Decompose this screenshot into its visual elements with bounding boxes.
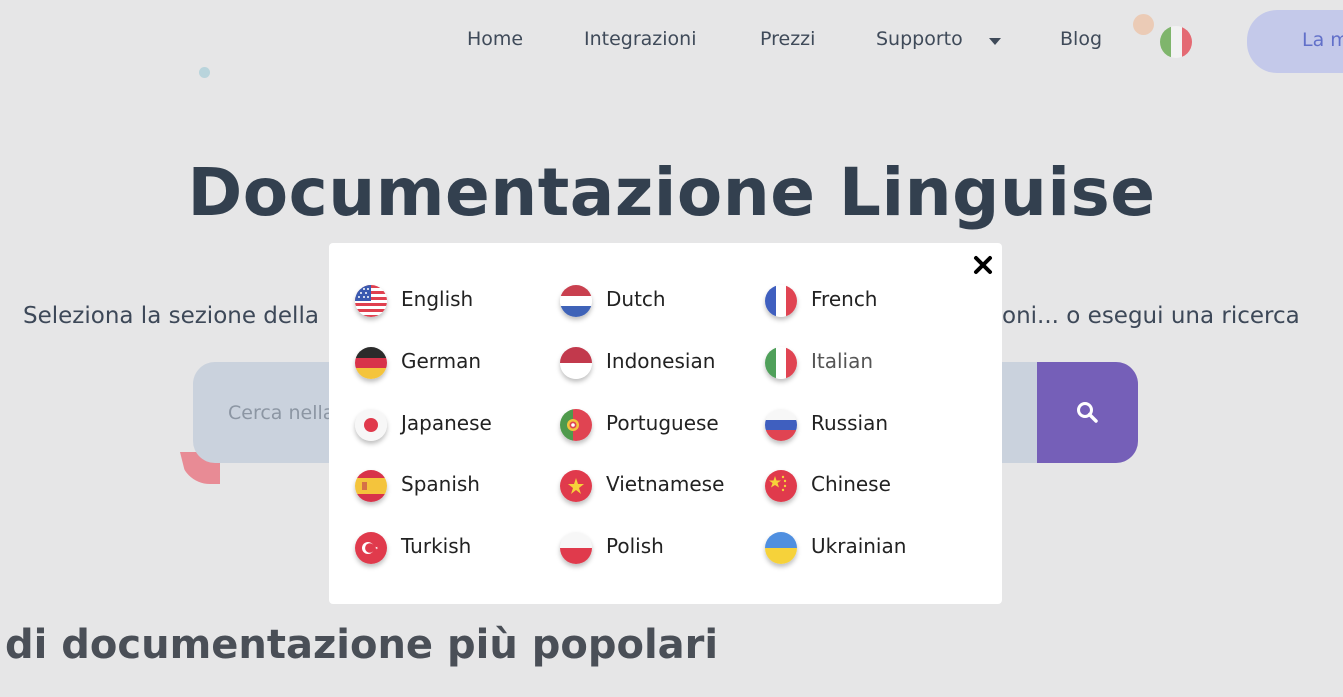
germany-flag-icon xyxy=(355,347,387,379)
language-label: Turkish xyxy=(401,534,472,558)
italy-flag-icon[interactable] xyxy=(1160,26,1192,58)
top-nav: Home Integrazioni Prezzi Supporto Blog xyxy=(0,28,1343,58)
nav-blog[interactable]: Blog xyxy=(1060,28,1102,50)
france-flag-icon xyxy=(765,285,797,317)
language-option-russian[interactable]: Russian xyxy=(765,409,965,445)
cta-button[interactable]: La m xyxy=(1247,10,1343,73)
language-option-italian[interactable]: Italian xyxy=(765,347,965,383)
language-label: Russian xyxy=(811,411,889,435)
language-option-turkish[interactable]: Turkish xyxy=(355,532,555,568)
ukraine-flag-icon xyxy=(765,532,797,564)
chevron-down-icon[interactable] xyxy=(989,38,1001,45)
nav-home[interactable]: Home xyxy=(467,28,523,50)
language-label: Spanish xyxy=(401,472,480,496)
language-label: Polish xyxy=(606,534,664,558)
hero-subtitle-left: Seleziona la sezione della xyxy=(23,303,319,329)
poland-flag-icon xyxy=(560,532,592,564)
language-label: German xyxy=(401,349,482,373)
language-option-indonesian[interactable]: Indonesian xyxy=(560,347,760,383)
indonesia-flag-icon xyxy=(560,347,592,379)
language-label: Ukrainian xyxy=(811,534,907,558)
language-label: Chinese xyxy=(811,472,891,496)
language-label: Portuguese xyxy=(606,411,719,435)
language-option-portuguese[interactable]: Portuguese xyxy=(560,409,760,445)
language-option-spanish[interactable]: Spanish xyxy=(355,470,555,506)
vietnam-flag-icon xyxy=(560,470,592,502)
language-option-dutch[interactable]: Dutch xyxy=(560,285,760,321)
nav-supporto[interactable]: Supporto xyxy=(876,28,963,50)
search-icon xyxy=(1077,402,1098,423)
hero-subtitle-right: oni... o esegui una ricerca xyxy=(1002,303,1300,329)
nav-prezzi[interactable]: Prezzi xyxy=(760,28,815,50)
close-icon[interactable] xyxy=(972,254,994,276)
japan-flag-icon xyxy=(355,409,387,441)
search-button[interactable] xyxy=(1037,362,1138,463)
language-option-german[interactable]: German xyxy=(355,347,555,383)
language-label: French xyxy=(811,287,878,311)
spain-flag-icon xyxy=(355,470,387,502)
language-option-japanese[interactable]: Japanese xyxy=(355,409,555,445)
language-option-vietnamese[interactable]: Vietnamese xyxy=(560,470,760,506)
language-option-polish[interactable]: Polish xyxy=(560,532,760,568)
turkey-flag-icon xyxy=(355,532,387,564)
china-flag-icon xyxy=(765,470,797,502)
language-label: Dutch xyxy=(606,287,666,311)
nav-integrazioni[interactable]: Integrazioni xyxy=(584,28,697,50)
netherlands-flag-icon xyxy=(560,285,592,317)
language-modal: English Dutch French German Indonesian I… xyxy=(329,243,1002,604)
decorative-dot xyxy=(199,67,210,78)
russia-flag-icon xyxy=(765,409,797,441)
cta-label: La m xyxy=(1302,29,1343,51)
language-option-french[interactable]: French xyxy=(765,285,965,321)
search-placeholder: Cerca nella xyxy=(228,402,335,424)
language-option-chinese[interactable]: Chinese xyxy=(765,470,965,506)
usa-flag-icon xyxy=(355,285,387,317)
page-title: Documentazione Linguise xyxy=(187,154,1156,231)
language-label: Italian xyxy=(811,349,874,373)
language-label: Indonesian xyxy=(606,349,716,373)
language-label: Japanese xyxy=(401,411,492,435)
language-option-english[interactable]: English xyxy=(355,285,555,321)
italy-flag-icon xyxy=(765,347,797,379)
language-option-ukrainian[interactable]: Ukrainian xyxy=(765,532,965,568)
portugal-flag-icon xyxy=(560,409,592,441)
section-title: di documentazione più popolari xyxy=(5,622,719,668)
language-label: Vietnamese xyxy=(606,472,725,496)
page: Home Integrazioni Prezzi Supporto Blog L… xyxy=(0,0,1343,697)
language-label: English xyxy=(401,287,474,311)
